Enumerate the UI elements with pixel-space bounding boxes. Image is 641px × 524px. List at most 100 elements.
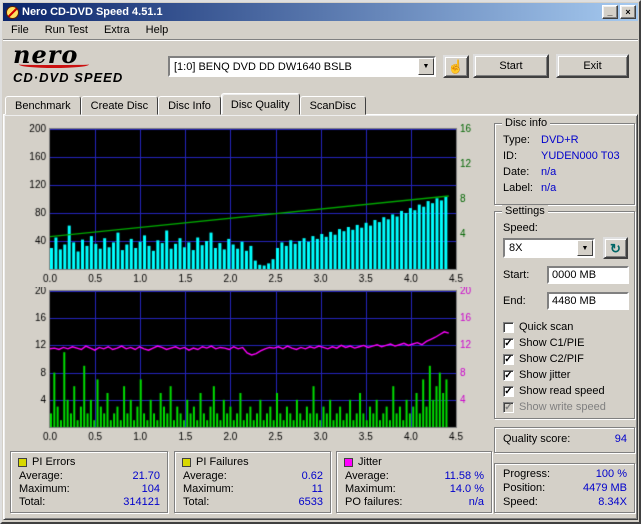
refresh-icon: ↻: [610, 240, 621, 256]
checkbox-quick-scan[interactable]: Quick scan: [503, 320, 630, 334]
stat-label: Maximum:: [345, 483, 396, 495]
disc-label-label: Label:: [503, 182, 533, 194]
checkbox-label: Show jitter: [519, 369, 571, 381]
checkbox-box[interactable]: ✓: [503, 385, 514, 397]
start-position-input[interactable]: 0000 MB: [547, 266, 629, 284]
end-position-input[interactable]: 4480 MB: [547, 292, 629, 310]
drive-selector[interactable]: [1:0] BENQ DVD DD DW1640 BSLB ▼: [168, 56, 436, 77]
menu-run-test[interactable]: Run Test: [37, 22, 96, 38]
cdspeed-logo-text: CD·DVD SPEED: [13, 70, 124, 85]
chevron-down-icon[interactable]: ▼: [577, 240, 593, 256]
stat-value: 6533: [298, 496, 323, 508]
quality-score-label: Quality score:: [503, 433, 571, 445]
speed-readout-value: 8.34X: [598, 496, 627, 508]
disc-id-label: ID:: [503, 150, 518, 162]
stat-label: Maximum:: [183, 483, 234, 495]
checkbox-label: Show read speed: [519, 385, 605, 397]
stat-value: 104: [141, 483, 160, 495]
disc-date-value: n/a: [541, 166, 557, 178]
checkbox-label: Show C2/PIF: [519, 353, 584, 365]
checkbox-box[interactable]: [503, 321, 514, 333]
quality-score-box: Quality score: 94: [494, 427, 635, 453]
quality-score-value: 94: [614, 433, 627, 445]
checkbox-show-c2-pif[interactable]: ✓ Show C2/PIF: [503, 352, 630, 366]
stat-value: 314121: [123, 496, 160, 508]
nero-logo: nero CD·DVD SPEED: [13, 43, 163, 86]
progress-label: Progress:: [503, 468, 551, 480]
disc-info-caption: Disc info: [502, 117, 551, 129]
pif-legend-icon: [182, 457, 191, 467]
tab-create-disc[interactable]: Create Disc: [80, 96, 159, 115]
pi-errors-stats-panel: PI Errors Average: 21.70 Maximum: 104 Tota…: [10, 451, 168, 513]
disc-type-value: DVD+R: [541, 134, 579, 146]
stat-label: Average:: [345, 470, 389, 482]
start-position-label: Start:: [503, 269, 530, 281]
checkbox-show-read-speed[interactable]: ✓ Show read speed: [503, 384, 630, 398]
minimize-button[interactable]: _: [602, 5, 618, 19]
position-label: Position:: [503, 482, 546, 494]
stat-label: PO failures:: [345, 496, 403, 508]
menu-extra[interactable]: Extra: [96, 22, 138, 38]
tab-disc-info[interactable]: Disc Info: [158, 96, 221, 115]
speed-label: Speed:: [503, 222, 538, 234]
checkbox-show-c1-pie[interactable]: ✓ Show C1/PIE: [503, 336, 630, 350]
settings-caption: Settings: [502, 205, 548, 217]
refresh-speeds-button[interactable]: ↻: [603, 237, 628, 259]
hand-disc-icon: ☝: [447, 58, 465, 74]
progress-box: Progress: 100 % Position: 4479 MB Speed: 8.…: [494, 463, 635, 513]
pi-failures-stats-panel: PI Failures Average: 0.62 Maximum: 11 Tota…: [174, 451, 331, 513]
checkbox-label: Quick scan: [519, 321, 574, 333]
tab-scandisc[interactable]: ScanDisc: [299, 96, 367, 115]
disc-label-value: n/a: [541, 182, 557, 194]
disc-date-label: Date:: [503, 166, 530, 178]
speed-value: 8X: [509, 242, 523, 254]
checkbox-show-write-speed: ✓ Show write speed: [503, 400, 630, 414]
stat-label: Total:: [19, 496, 46, 508]
checkbox-label: Show write speed: [519, 401, 606, 413]
pi-failures-title: PI Failures: [196, 456, 249, 468]
stat-value: 11: [311, 483, 323, 495]
stat-value: 14.0 %: [449, 483, 484, 495]
speed-readout-label: Speed:: [503, 496, 538, 508]
jitter-stats-panel: Jitter Average: 11.58 % Maximum: 14.0 % PO…: [336, 451, 492, 513]
stat-label: Average:: [183, 470, 227, 482]
speed-selector[interactable]: 8X ▼: [503, 238, 595, 258]
checkbox-box: ✓: [503, 401, 514, 413]
disc-type-label: Type:: [503, 134, 530, 146]
drive-selector-value: [1:0] BENQ DVD DD DW1640 BSLB: [174, 60, 352, 73]
stat-value: 21.70: [132, 470, 160, 482]
window-title: Nero CD-DVD Speed 4.51.1: [22, 6, 163, 18]
pi-errors-chart: [6, 123, 490, 283]
disc-info-group: Disc info Type: DVD+R ID: YUDEN000 T03 Dat…: [494, 117, 635, 205]
exit-button[interactable]: Exit: [556, 54, 629, 78]
checkbox-box[interactable]: ✓: [503, 337, 514, 349]
app-icon: [6, 5, 19, 19]
stat-value: n/a: [468, 496, 484, 508]
end-position-label: End:: [503, 295, 526, 307]
start-button[interactable]: Start: [473, 54, 549, 78]
insert-disc-button[interactable]: ☝: [443, 55, 469, 78]
checkbox-label: Show C1/PIE: [519, 337, 585, 349]
pi-errors-title: PI Errors: [32, 456, 76, 468]
jitter-legend-icon: [344, 457, 353, 467]
pie-legend-icon: [18, 457, 27, 467]
stat-value: 11.58 %: [444, 470, 484, 482]
tab-disc-quality[interactable]: Disc Quality: [220, 93, 300, 115]
pi-failures-jitter-chart: [6, 287, 490, 445]
title-bar[interactable]: Nero CD-DVD Speed 4.51.1 _ ×: [3, 3, 638, 21]
disc-quality-page: PI Errors Average: 21.70 Maximum: 104 Tota…: [3, 114, 638, 520]
tab-strip: Benchmark Create Disc Disc Info Disc Qua…: [5, 93, 367, 115]
checkbox-show-jitter[interactable]: ✓ Show jitter: [503, 368, 630, 382]
position-value: 4479 MB: [582, 482, 627, 494]
menu-bar: File Run Test Extra Help: [3, 21, 638, 40]
settings-group: Settings Speed: 8X ▼ ↻ Start: 0000 MB En…: [494, 205, 635, 419]
menu-help[interactable]: Help: [138, 22, 177, 38]
close-button[interactable]: ×: [620, 5, 636, 19]
chevron-down-icon[interactable]: ▼: [418, 58, 434, 75]
menu-file[interactable]: File: [3, 22, 37, 38]
tab-benchmark[interactable]: Benchmark: [5, 96, 81, 115]
progress-value: 100 %: [595, 468, 627, 480]
checkbox-box[interactable]: ✓: [503, 369, 514, 381]
checkbox-box[interactable]: ✓: [503, 353, 514, 365]
disc-id-value: YUDEN000 T03: [541, 150, 620, 162]
